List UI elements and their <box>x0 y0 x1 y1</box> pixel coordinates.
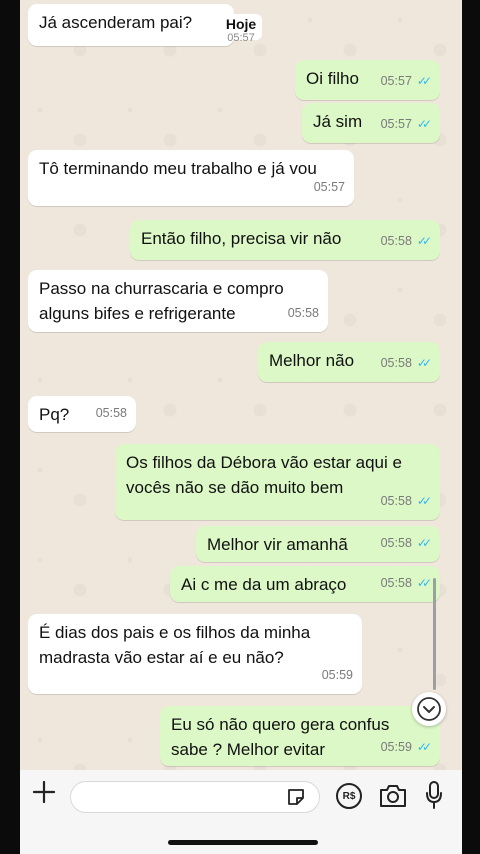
attach-button[interactable] <box>32 780 56 810</box>
message-bubble[interactable]: Os filhos da Débora vão estar aqui e voc… <box>115 444 440 520</box>
message-meta: 05:59 <box>322 663 353 688</box>
bezel-left <box>0 0 20 854</box>
message-bubble[interactable]: Pq? 05:58 <box>28 396 136 432</box>
message-time: 05:57 <box>313 180 345 194</box>
microphone-icon[interactable] <box>424 780 444 810</box>
message-bubble[interactable]: Tô terminando meu trabalho e já vou 05:5… <box>28 150 354 206</box>
message-text: Já ascenderam pai? <box>39 13 193 32</box>
message-time: 05:58 <box>380 234 412 248</box>
message-meta: 05:58 ✓✓ <box>380 571 432 596</box>
message-time: 05:57 <box>227 32 255 44</box>
bezel-right <box>462 0 480 854</box>
message-time: 05:58 <box>380 494 412 508</box>
sticker-icon[interactable] <box>285 786 307 808</box>
message-time: 05:59 <box>380 740 412 754</box>
message-time: 05:58 <box>95 406 127 420</box>
message-meta: 05:57 ✓✓ <box>380 112 432 137</box>
message-text: Eu só não quero gera confus <box>171 715 390 734</box>
chevron-down-icon <box>417 697 441 721</box>
message-bubble[interactable]: Já sim 05:57 ✓✓ <box>302 103 440 143</box>
scroll-to-bottom-button[interactable] <box>412 692 446 726</box>
message-meta: 05:57 <box>314 175 345 200</box>
message-meta: 05:57 ✓✓ <box>380 69 432 94</box>
message-time: 05:58 <box>380 536 412 550</box>
message-meta: 05:59 ✓✓ <box>380 735 432 760</box>
payment-button[interactable]: R$ <box>336 783 362 809</box>
payment-rs-icon: R$ <box>342 790 356 802</box>
camera-icon[interactable] <box>378 783 408 809</box>
date-chip-label: Hoje <box>225 16 257 32</box>
message-meta: 05:58 <box>288 301 319 326</box>
read-ticks-icon: ✓✓ <box>416 74 432 88</box>
message-text: Tô terminando meu trabalho e já vou <box>39 159 317 178</box>
read-ticks-icon: ✓✓ <box>416 740 432 754</box>
read-ticks-icon: ✓✓ <box>416 117 432 131</box>
date-chip: Hoje 05:57 <box>220 14 262 44</box>
message-time: 05:59 <box>321 668 353 682</box>
read-ticks-icon: ✓✓ <box>416 536 432 550</box>
message-time: 05:57 <box>380 117 412 131</box>
message-bubble[interactable]: Então filho, precisa vir não 05:58 ✓✓ <box>130 220 440 260</box>
message-bubble[interactable]: Oi filho 05:57 ✓✓ <box>295 60 440 100</box>
message-text: Os filhos da Débora vão estar aqui e <box>126 453 402 472</box>
read-ticks-icon: ✓✓ <box>416 356 432 370</box>
message-meta: 05:58 ✓✓ <box>380 351 432 376</box>
message-time: 05:58 <box>380 576 412 590</box>
message-meta: 05:58 <box>96 401 127 426</box>
message-text: madrasta vão estar aí e eu não? <box>39 648 284 667</box>
chat-area[interactable]: Já ascenderam pai? Oi filho 05:57 ✓✓ Já s… <box>20 0 462 770</box>
message-text: Passo na churrascaria e compro <box>39 279 284 298</box>
message-bubble[interactable]: Melhor não 05:58 ✓✓ <box>258 342 440 382</box>
message-bubble[interactable]: É dias dos pais e os filhos da minha mad… <box>28 614 362 694</box>
read-ticks-icon: ✓✓ <box>416 494 432 508</box>
message-text: É dias dos pais e os filhos da minha <box>39 623 311 642</box>
message-meta: 05:58 ✓✓ <box>380 489 432 514</box>
read-ticks-icon: ✓✓ <box>416 234 432 248</box>
message-meta: 05:58 ✓✓ <box>380 531 432 556</box>
read-ticks-icon: ✓✓ <box>416 576 432 590</box>
phone-frame: Já ascenderam pai? Oi filho 05:57 ✓✓ Já s… <box>0 0 480 854</box>
message-time: 05:57 <box>380 74 412 88</box>
message-text: alguns bifes e refrigerante <box>39 304 236 323</box>
message-bubble[interactable]: Eu só não quero gera confus sabe ? Melho… <box>160 706 440 766</box>
message-meta: 05:58 ✓✓ <box>380 229 432 254</box>
scrollbar[interactable] <box>433 578 436 690</box>
message-bubble[interactable]: Passo na churrascaria e compro alguns bi… <box>28 270 328 332</box>
message-time: 05:58 <box>287 306 319 320</box>
message-bubble[interactable]: Ai c me da um abraço 05:58 ✓✓ <box>170 566 440 602</box>
message-bubble[interactable]: Melhor vir amanhã 05:58 ✓✓ <box>196 526 440 562</box>
message-time: 05:58 <box>380 356 412 370</box>
message-bubble[interactable]: Já ascenderam pai? <box>28 4 234 46</box>
home-indicator <box>168 840 318 845</box>
message-input[interactable] <box>70 781 320 813</box>
plus-icon <box>32 780 56 804</box>
